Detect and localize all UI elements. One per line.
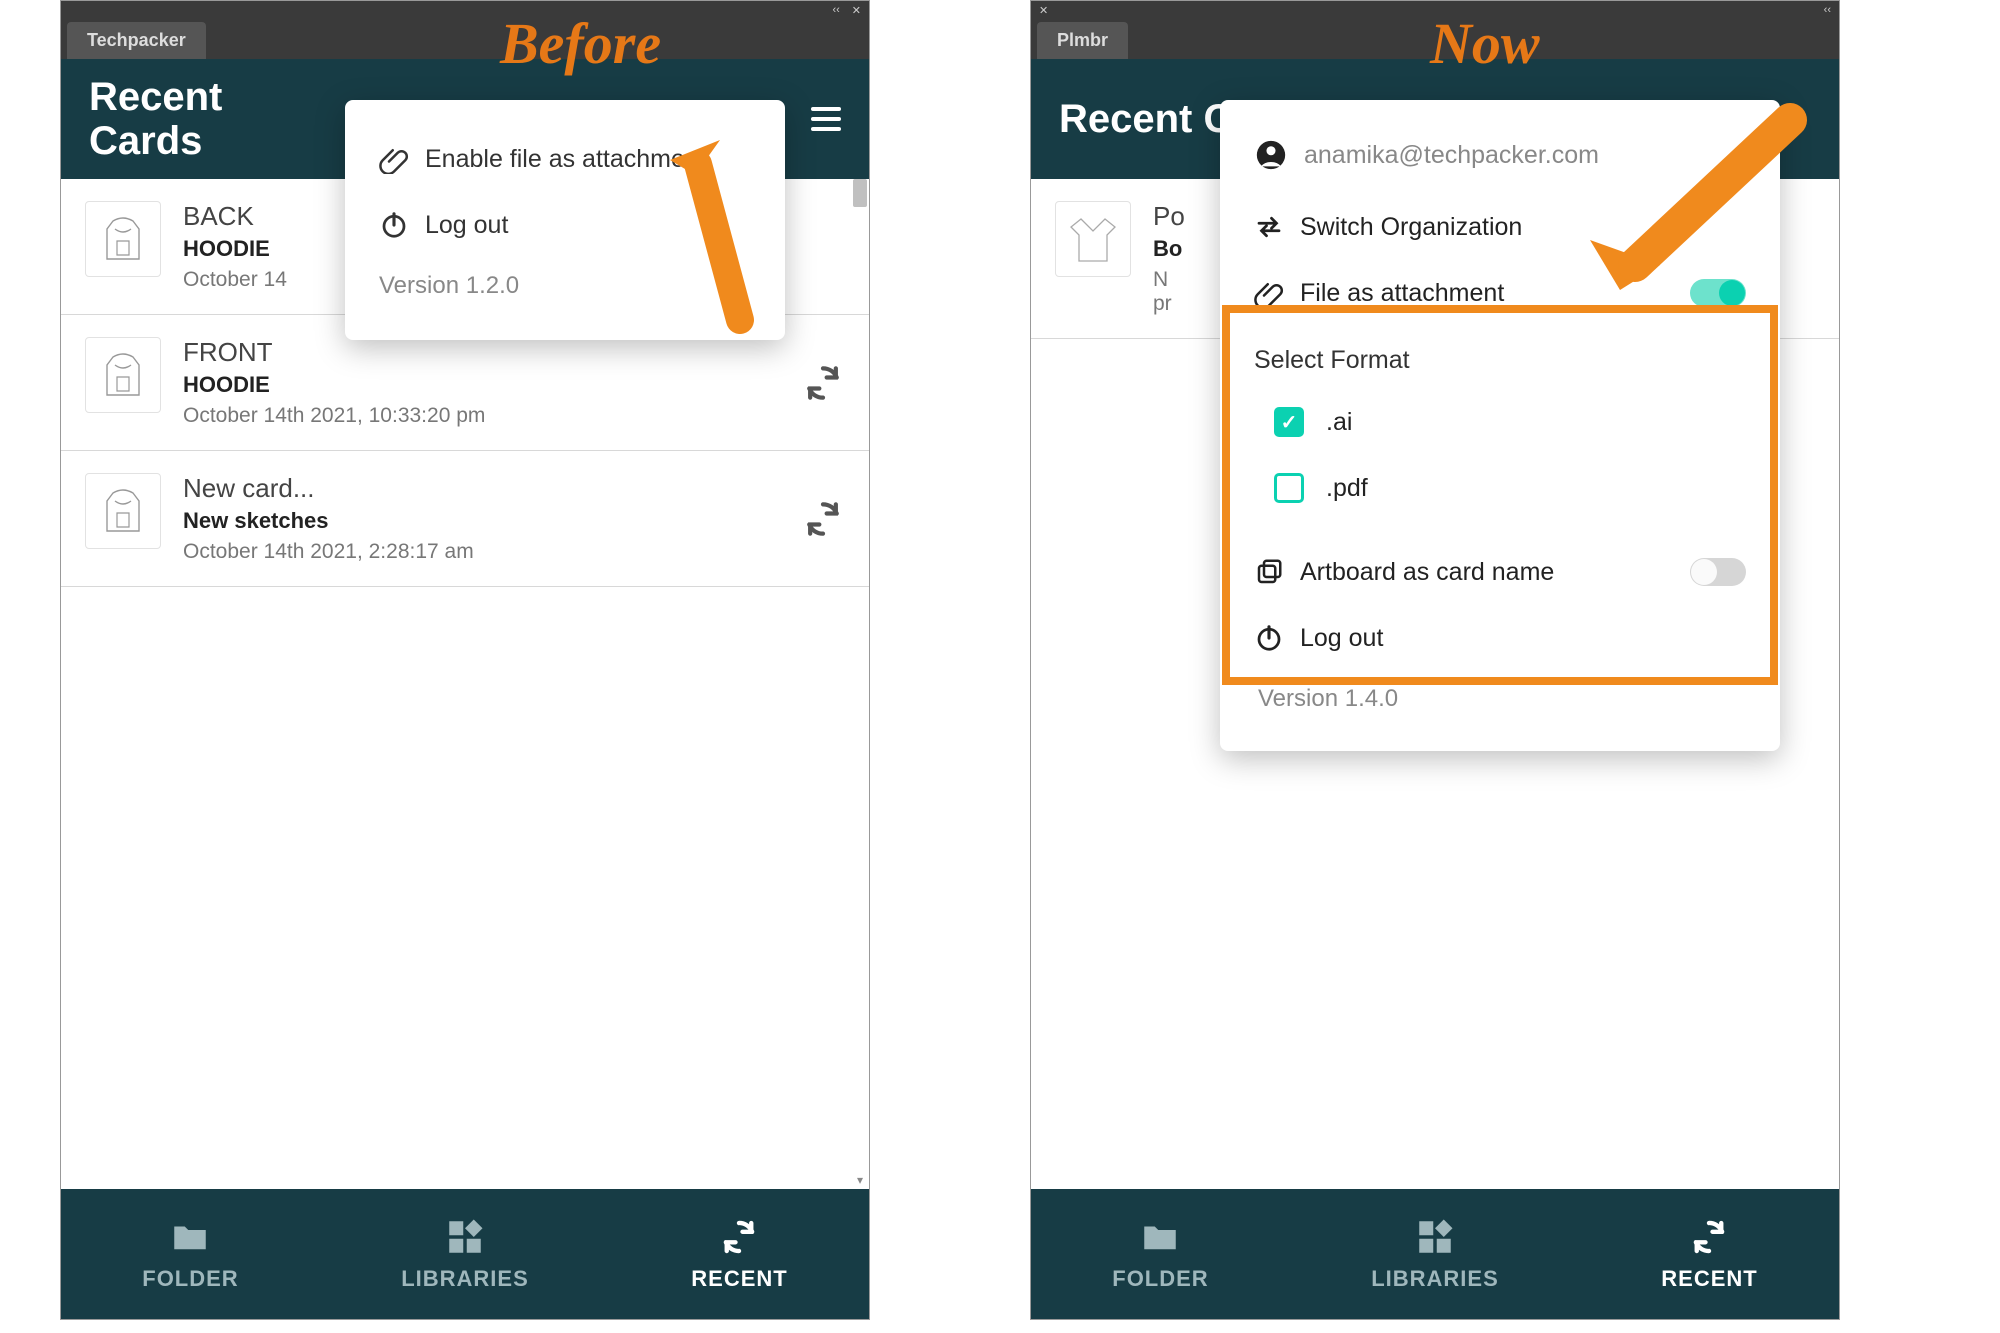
- nav-recent[interactable]: RECENT: [691, 1216, 787, 1292]
- close-icon[interactable]: ✕: [1039, 4, 1048, 17]
- nav-label: RECENT: [1661, 1266, 1757, 1292]
- account-icon: [1254, 138, 1288, 172]
- sync-icon[interactable]: [801, 361, 845, 405]
- close-icon[interactable]: ✕: [852, 4, 861, 17]
- folder-icon: [1139, 1216, 1181, 1258]
- tab-techpacker[interactable]: Techpacker: [67, 22, 206, 59]
- menu-item-label: Log out: [1300, 624, 1383, 653]
- card-name: New card...: [183, 473, 779, 504]
- file-attachment-toggle[interactable]: [1690, 279, 1746, 307]
- format-pdf-row[interactable]: .pdf: [1254, 455, 1746, 521]
- power-icon: [379, 210, 409, 240]
- artboard-toggle[interactable]: [1690, 558, 1746, 586]
- sync-icon[interactable]: [801, 497, 845, 541]
- checkbox-ai[interactable]: [1274, 407, 1304, 437]
- nav-libraries[interactable]: LIBRARIES: [401, 1216, 529, 1292]
- logout-item[interactable]: Log out: [1254, 605, 1746, 671]
- menu-item-label: Enable file as attachment: [425, 145, 706, 174]
- card-thumbnail: [85, 337, 161, 413]
- card-subtitle: New sketches: [183, 508, 779, 534]
- recent-icon: [718, 1216, 760, 1258]
- card-thumbnail: [85, 473, 161, 549]
- before-label: Before: [500, 10, 661, 77]
- card-date: October 14th 2021, 10:33:20 pm: [183, 404, 779, 428]
- format-label: .ai: [1326, 408, 1352, 437]
- libraries-icon: [1414, 1216, 1456, 1258]
- account-email-text: anamika@techpacker.com: [1304, 141, 1599, 170]
- card-meta: FRONT HOODIE October 14th 2021, 10:33:20…: [183, 337, 779, 428]
- artboard-item: Artboard as card name: [1254, 539, 1746, 605]
- version-label: Version 1.4.0: [1254, 671, 1746, 727]
- card-meta: New card... New sketches October 14th 20…: [183, 473, 779, 564]
- bottom-nav: FOLDER LIBRARIES RECENT: [1031, 1189, 1839, 1319]
- hoodie-icon: [93, 345, 153, 405]
- swap-icon: [1254, 212, 1284, 242]
- nav-libraries[interactable]: LIBRARIES: [1371, 1216, 1499, 1292]
- paperclip-icon: [379, 144, 409, 174]
- collapse-icon[interactable]: ‹‹: [1824, 4, 1831, 16]
- card-subtitle: HOODIE: [183, 372, 779, 398]
- nav-label: FOLDER: [142, 1266, 238, 1292]
- page-title: Recent Cards: [89, 75, 222, 163]
- tab-plmbr[interactable]: Plmbr: [1037, 22, 1128, 59]
- folder-icon: [169, 1216, 211, 1258]
- shirt-icon: [1063, 209, 1123, 269]
- format-label: .pdf: [1326, 474, 1368, 503]
- hoodie-icon: [93, 481, 153, 541]
- card-date: October 14th 2021, 2:28:17 am: [183, 540, 779, 564]
- select-format-title: Select Format: [1254, 346, 1746, 375]
- menu-icon[interactable]: [811, 107, 841, 131]
- now-label: Now: [1430, 10, 1540, 77]
- checkbox-pdf[interactable]: [1274, 473, 1304, 503]
- logout-item[interactable]: Log out: [375, 192, 755, 258]
- nav-label: LIBRARIES: [401, 1266, 529, 1292]
- menu-item-label: Log out: [425, 211, 508, 240]
- window-titlebar: ‹‹ ✕: [61, 1, 869, 19]
- paperclip-icon: [1254, 278, 1284, 308]
- menu-item-label: File as attachment: [1300, 279, 1504, 308]
- bottom-nav: FOLDER LIBRARIES RECENT: [61, 1189, 869, 1319]
- menu-item-label: Artboard as card name: [1300, 558, 1554, 587]
- version-label: Version 1.2.0: [375, 258, 755, 314]
- nav-label: LIBRARIES: [1371, 1266, 1499, 1292]
- settings-popover: anamika@techpacker.com Switch Organizati…: [1220, 100, 1780, 751]
- collapse-icon[interactable]: ‹‹: [832, 4, 839, 16]
- tab-strip: Techpacker: [61, 19, 869, 59]
- nav-label: RECENT: [691, 1266, 787, 1292]
- settings-popover: Enable file as attachment Log out Versio…: [345, 100, 785, 340]
- card-thumbnail: [1055, 201, 1131, 277]
- nav-folder[interactable]: FOLDER: [1112, 1216, 1208, 1292]
- format-ai-row[interactable]: .ai: [1254, 389, 1746, 455]
- scroll-down-icon[interactable]: ▾: [853, 1173, 867, 1187]
- card-row[interactable]: New card... New sketches October 14th 20…: [61, 451, 869, 587]
- switch-org-item[interactable]: Switch Organization: [1254, 194, 1746, 260]
- nav-label: FOLDER: [1112, 1266, 1208, 1292]
- card-name: FRONT: [183, 337, 779, 368]
- scrollbar[interactable]: [853, 179, 867, 207]
- libraries-icon: [444, 1216, 486, 1258]
- card-thumbnail: [85, 201, 161, 277]
- power-icon: [1254, 623, 1284, 653]
- hoodie-icon: [93, 209, 153, 269]
- artboard-icon: [1254, 557, 1284, 587]
- account-email: anamika@techpacker.com: [1254, 128, 1746, 194]
- recent-icon: [1688, 1216, 1730, 1258]
- nav-folder[interactable]: FOLDER: [142, 1216, 238, 1292]
- enable-attachment-item[interactable]: Enable file as attachment: [375, 126, 755, 192]
- menu-item-label: Switch Organization: [1300, 213, 1522, 242]
- file-attachment-item: File as attachment: [1254, 260, 1746, 326]
- nav-recent[interactable]: RECENT: [1661, 1216, 1757, 1292]
